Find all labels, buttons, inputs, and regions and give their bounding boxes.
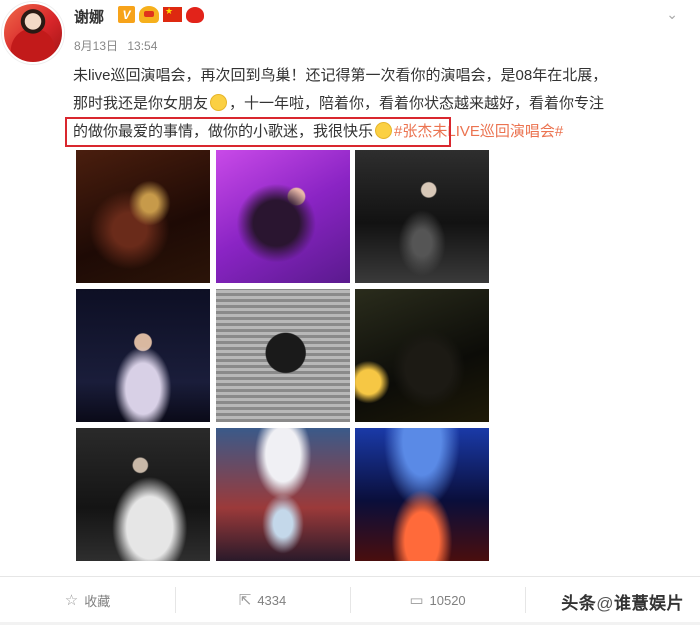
photo-6[interactable] bbox=[355, 289, 489, 422]
watermark-account: 谁薏娱片 bbox=[614, 594, 684, 613]
photo-1[interactable] bbox=[76, 150, 210, 283]
photo-5[interactable] bbox=[216, 289, 350, 422]
verified-v-icon[interactable]: V bbox=[118, 6, 135, 23]
hashtag-link[interactable]: #张杰未LIVE巡回演唱会# bbox=[394, 123, 563, 140]
post-time[interactable]: 13:54 bbox=[127, 39, 157, 53]
china-flag-icon[interactable] bbox=[163, 6, 182, 22]
chevron-down-icon[interactable]: ⌄ bbox=[666, 6, 678, 23]
comment-icon: ▭ bbox=[409, 592, 424, 609]
author-name[interactable]: 谢娜 bbox=[74, 6, 104, 27]
repost-button[interactable]: ⇱ 4334 bbox=[175, 577, 350, 623]
favorite-button[interactable]: ☆ 收藏 bbox=[0, 577, 175, 623]
post-date[interactable]: 8月13日 bbox=[74, 39, 118, 53]
post-text-line-1: 未live巡回演唱会，再次回到鸟巢！还记得第一次看你的演唱会，是08年在北展， bbox=[73, 67, 608, 84]
repost-count: 4334 bbox=[257, 592, 287, 608]
favorite-label: 收藏 bbox=[84, 593, 111, 609]
weibo-post: 谢娜 V 8月13日 13:54 ⌄ 未live巡回演唱会，再次回到鸟巢！还记得… bbox=[0, 0, 700, 625]
post-text-line-2a: 那时我还是你女朋友 bbox=[73, 95, 209, 112]
smile-emoji-icon bbox=[375, 122, 393, 139]
repost-icon: ⇱ bbox=[238, 592, 252, 609]
source-watermark: 头条@谁薏娱片 bbox=[561, 589, 684, 614]
post-meta: 8月13日 13:54 bbox=[74, 37, 157, 54]
photo-4[interactable] bbox=[76, 289, 210, 422]
star-icon: ☆ bbox=[64, 592, 79, 609]
photo-grid bbox=[76, 150, 490, 562]
author-avatar[interactable] bbox=[2, 2, 64, 64]
post-text-line-3: 的做你最爱的事情，做你的小歌迷，我很快乐 #张杰未LIVE巡回演唱会# bbox=[73, 118, 693, 146]
heart-badge-icon[interactable] bbox=[186, 6, 204, 23]
post-text: 未live巡回演唱会，再次回到鸟巢！还记得第一次看你的演唱会，是08年在北展， … bbox=[73, 62, 693, 146]
author-badges: V bbox=[118, 6, 204, 23]
post-text-line-3a: 的做你最爱的事情，做你的小歌迷，我很快乐 bbox=[73, 123, 374, 140]
photo-8[interactable] bbox=[216, 428, 350, 561]
watermark-at: @ bbox=[596, 594, 614, 613]
photo-9[interactable] bbox=[355, 428, 489, 561]
photo-7[interactable] bbox=[76, 428, 210, 561]
comment-button[interactable]: ▭ 10520 bbox=[350, 577, 525, 623]
photo-3[interactable] bbox=[355, 150, 489, 283]
photo-2[interactable] bbox=[216, 150, 350, 283]
smirk-emoji-icon bbox=[210, 94, 228, 111]
watermark-source: 头条 bbox=[561, 594, 597, 613]
post-text-line-2b: ，十一年啦，陪着你，看着你状态越来越好，看着你专注 bbox=[229, 95, 605, 112]
comment-count: 10520 bbox=[429, 592, 466, 608]
post-text-line-2: 那时我还是你女朋友 ，十一年啦，陪着你，看着你状态越来越好，看着你专注 bbox=[73, 90, 693, 118]
crown-badge-icon[interactable] bbox=[139, 6, 159, 23]
